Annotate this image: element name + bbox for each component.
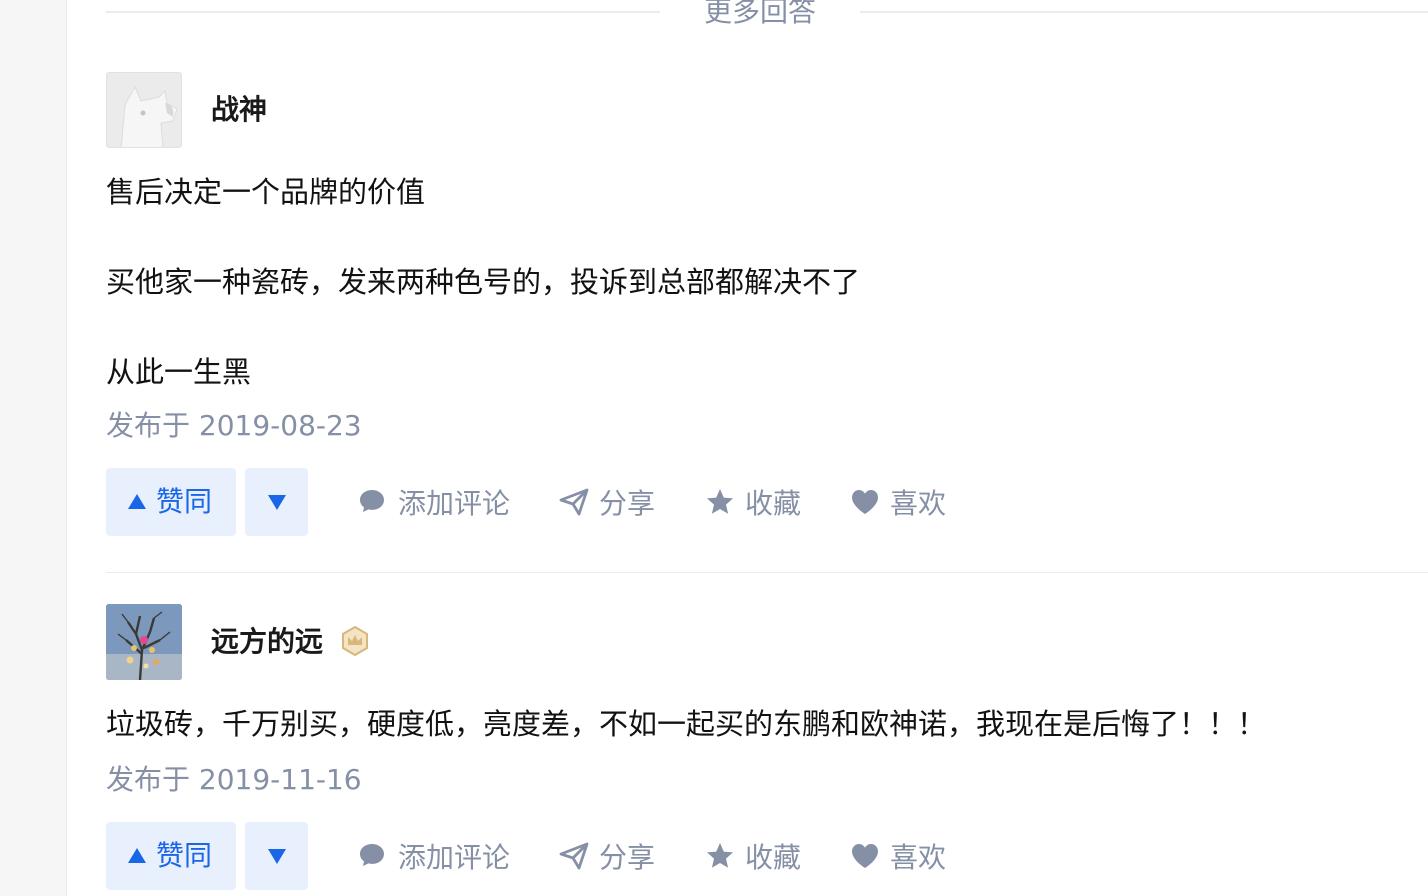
answer-actions: 赞同 添加评论 分享 收藏 喜欢 — [106, 468, 1428, 536]
answer-paragraph: 从此一生黑 — [106, 355, 252, 389]
star-icon — [707, 843, 733, 868]
triangle-down-icon — [268, 495, 286, 510]
upvote-button[interactable]: 赞同 — [106, 468, 236, 536]
more-answers-label: 更多回答 — [703, 0, 816, 28]
answer-paragraph: 垃圾砖，千万别买，硬度低，亮度差，不如一起买的东鹏和欧神诺，我现在是后悔了！！！ — [106, 707, 1267, 741]
more-answers-divider: 更多回答 — [106, 0, 1428, 28]
paper-plane-icon — [559, 842, 589, 870]
star-icon — [707, 489, 733, 514]
favorite-button[interactable]: 收藏 — [705, 822, 815, 890]
default-avatar-icon — [107, 73, 181, 147]
answer-actions: 赞同 添加评论 分享 收藏 喜欢 — [106, 822, 1428, 890]
add-comment-label: 添加评论 — [398, 841, 511, 874]
like-button[interactable]: 喜欢 — [850, 468, 960, 536]
answer-content: 售后决定一个品牌的价值 买他家一种瓷砖，发来两种色号的，投诉到总部都解决不了 从… — [106, 170, 1428, 394]
divider-line-left — [106, 11, 660, 13]
upvote-label: 赞同 — [156, 485, 213, 518]
heart-icon — [852, 490, 878, 514]
paper-plane-icon — [559, 488, 589, 516]
author-name[interactable]: 战神 — [211, 88, 267, 132]
avatar[interactable] — [106, 604, 182, 680]
like-label: 喜欢 — [890, 841, 947, 874]
publish-date[interactable]: 发布于 2019-08-23 — [106, 406, 1428, 446]
heart-icon — [852, 844, 878, 868]
downvote-button[interactable] — [245, 822, 308, 890]
share-button[interactable]: 分享 — [559, 822, 669, 890]
answer-paragraph: 售后决定一个品牌的价值 — [106, 175, 426, 209]
add-comment-label: 添加评论 — [398, 487, 511, 520]
comment-icon — [360, 490, 384, 512]
crown-badge-icon[interactable] — [340, 626, 370, 656]
upvote-button[interactable]: 赞同 — [106, 822, 236, 890]
add-comment-button[interactable]: 添加评论 — [358, 822, 518, 890]
share-label: 分享 — [599, 841, 656, 874]
answer-item: 远方的远 垃圾砖，千万别买，硬度低，亮度差，不如一起买的东鹏和欧神诺，我现在是后… — [106, 604, 1428, 890]
share-button[interactable]: 分享 — [559, 468, 669, 536]
left-gutter — [0, 0, 66, 896]
comment-icon — [360, 844, 384, 866]
answers-panel: 更多回答 战神 售后决定一个品牌的价值 买他家一种瓷砖，发来两种色号的，投诉到总… — [66, 0, 1428, 896]
favorite-label: 收藏 — [745, 487, 802, 520]
avatar[interactable] — [106, 72, 182, 148]
author-name[interactable]: 远方的远 — [211, 620, 323, 664]
author-info: 远方的远 — [106, 604, 1428, 680]
triangle-up-icon — [128, 847, 146, 863]
favorite-button[interactable]: 收藏 — [705, 468, 815, 536]
tree-photo-avatar — [106, 604, 182, 680]
downvote-button[interactable] — [245, 468, 308, 536]
like-button[interactable]: 喜欢 — [850, 822, 960, 890]
share-label: 分享 — [599, 487, 656, 520]
triangle-up-icon — [128, 493, 146, 509]
like-label: 喜欢 — [890, 487, 947, 520]
divider-line-right — [860, 11, 1428, 13]
triangle-down-icon — [268, 849, 286, 864]
author-info: 战神 — [106, 72, 1428, 148]
favorite-label: 收藏 — [745, 841, 802, 874]
add-comment-button[interactable]: 添加评论 — [358, 468, 518, 536]
answer-item: 战神 售后决定一个品牌的价值 买他家一种瓷砖，发来两种色号的，投诉到总部都解决不… — [106, 72, 1428, 536]
answer-paragraph: 买他家一种瓷砖，发来两种色号的，投诉到总部都解决不了 — [106, 265, 861, 299]
publish-date[interactable]: 发布于 2019-11-16 — [106, 760, 1428, 800]
answer-separator — [106, 572, 1428, 573]
upvote-label: 赞同 — [156, 839, 213, 872]
answer-content: 垃圾砖，千万别买，硬度低，亮度差，不如一起买的东鹏和欧神诺，我现在是后悔了！！！ — [106, 702, 1428, 746]
